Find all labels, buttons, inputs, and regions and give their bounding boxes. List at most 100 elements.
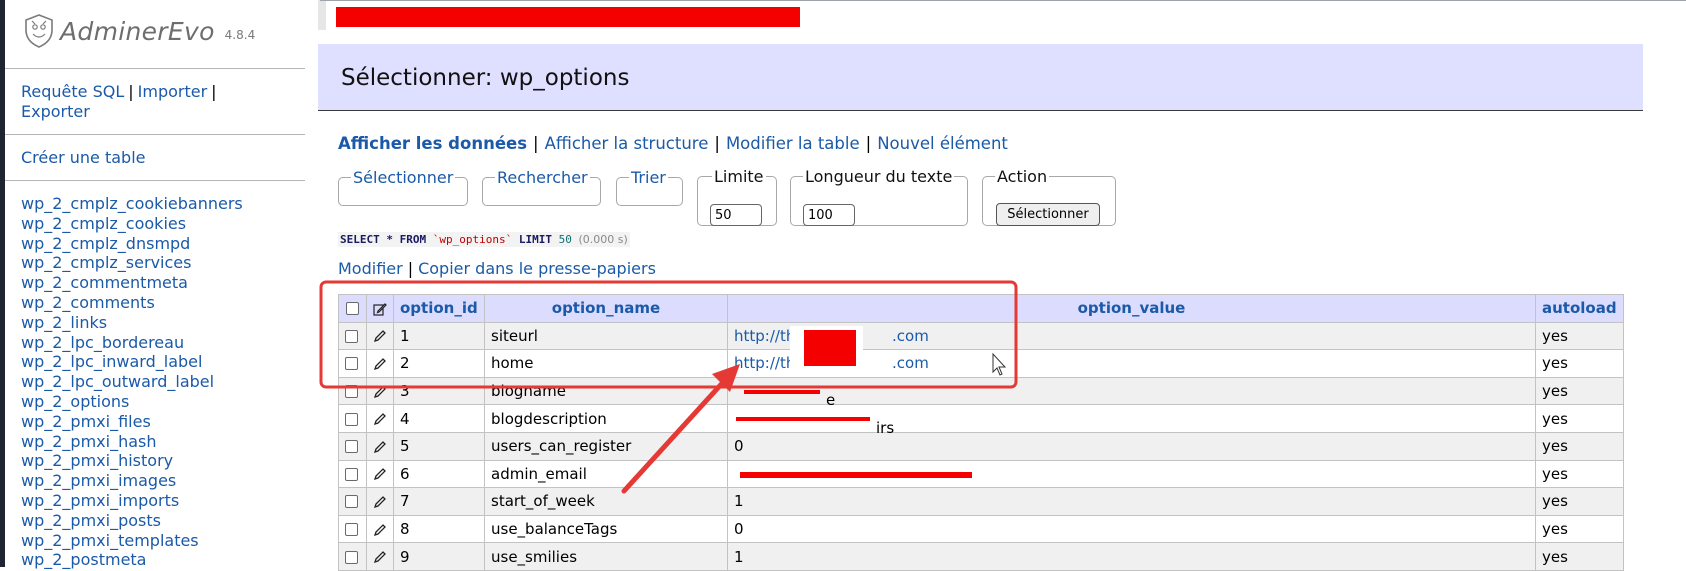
select-legend[interactable]: Sélectionner [351, 168, 455, 187]
cell-option-name: home [484, 349, 728, 378]
limit-input[interactable] [710, 204, 762, 226]
cell-autoload: yes [1535, 514, 1624, 544]
pencil-icon[interactable] [373, 495, 387, 509]
redaction-line [744, 389, 820, 394]
logo[interactable]: AdminerEvo 4.8.4 [24, 14, 255, 48]
create-table-link[interactable]: Créer une table [21, 148, 145, 167]
header-option-value[interactable]: option_value [727, 294, 1536, 323]
search-legend[interactable]: Rechercher [495, 168, 590, 187]
table-link[interactable]: wp_2_links [21, 313, 107, 332]
pencil-icon[interactable] [373, 467, 387, 481]
cell-option-id: 7 [393, 487, 485, 516]
table-link[interactable]: wp_2_cmplz_cookiebanners [21, 194, 243, 213]
action-fieldset: Action Sélectionner [982, 167, 1116, 226]
table-link[interactable]: wp_2_options [21, 392, 129, 411]
table-row: 2 home http://the .com yes [338, 349, 1624, 378]
table-link[interactable]: wp_2_lpc_outward_label [21, 372, 214, 391]
pencil-icon[interactable] [373, 550, 387, 564]
table-link[interactable]: wp_2_pmxi_posts [21, 511, 161, 530]
pencil-icon[interactable] [373, 440, 387, 454]
copy-clipboard-link[interactable]: Copier dans le presse-papiers [418, 259, 656, 278]
pencil-icon[interactable] [373, 357, 387, 371]
pencil-icon[interactable] [373, 523, 387, 537]
table-link[interactable]: wp_2_comments [21, 293, 155, 312]
pencil-icon[interactable] [373, 385, 387, 399]
table-link[interactable]: wp_2_pmxi_templates [21, 531, 199, 550]
table-link[interactable]: wp_2_cmplz_services [21, 253, 191, 272]
header-checkbox-cell [338, 294, 367, 323]
sql-command-link[interactable]: Requête SQL [21, 82, 124, 101]
row-checkbox[interactable] [345, 550, 358, 564]
adminer-logo-icon [25, 14, 53, 48]
table-link[interactable]: wp_2_cmplz_cookies [21, 214, 186, 233]
query-actions: Modifier | Copier dans le presse-papiers [338, 259, 656, 278]
text-length-legend: Longueur du texte [805, 167, 953, 186]
limit-fieldset: Limite [697, 167, 777, 226]
header-autoload[interactable]: autoload [1535, 294, 1624, 323]
query-time: (0.000 s) [578, 233, 628, 246]
cell-option-name: siteurl [484, 321, 728, 351]
sort-fieldset[interactable]: Trier [616, 168, 683, 206]
show-data-link[interactable]: Afficher les données [338, 134, 527, 153]
sql-keyword: LIMIT [518, 233, 552, 246]
select-submit-button[interactable]: Sélectionner [996, 203, 1100, 226]
table-link[interactable]: wp_2_pmxi_hash [21, 432, 157, 451]
row-checkbox[interactable] [345, 329, 358, 343]
text-length-input[interactable] [803, 204, 855, 226]
divider [5, 134, 305, 135]
sql-query[interactable]: SELECT * FROM `wp_options` LIMIT 50 (0.0… [338, 232, 630, 247]
cell-autoload: yes [1535, 459, 1624, 489]
row-checkbox[interactable] [345, 385, 358, 399]
table-link[interactable]: wp_2_lpc_inward_label [21, 352, 202, 371]
table-link[interactable]: wp_2_postmeta [21, 550, 146, 569]
pencil-icon[interactable] [373, 412, 387, 426]
cell-value-link[interactable]: .com [892, 327, 929, 345]
sql-number: 50 [558, 233, 572, 246]
header-edit-cell [366, 294, 394, 323]
sql-star: * [386, 233, 393, 246]
cell-option-value: 0 [727, 431, 1536, 461]
table-link[interactable]: wp_2_cmplz_dnsmpd [21, 234, 190, 253]
redaction-square [804, 330, 856, 366]
row-checkbox[interactable] [345, 467, 358, 481]
select-fieldset[interactable]: Sélectionner [338, 168, 468, 206]
cell-option-value: 1 [727, 487, 1536, 516]
table-link[interactable]: wp_2_pmxi_images [21, 471, 176, 490]
row-checkbox[interactable] [345, 495, 358, 509]
table-link[interactable]: wp_2_commentmeta [21, 273, 188, 292]
alter-table-link[interactable]: Modifier la table [726, 134, 860, 153]
table-row: 6 admin_email yes [338, 459, 1624, 489]
import-link[interactable]: Importer [138, 82, 208, 101]
row-checkbox[interactable] [345, 440, 358, 454]
new-item-link[interactable]: Nouvel élément [877, 134, 1008, 153]
sql-keyword: SELECT [340, 233, 380, 246]
export-link[interactable]: Exporter [21, 102, 90, 121]
header-option-id[interactable]: option_id [393, 294, 485, 323]
pencil-icon[interactable] [373, 329, 387, 343]
cell-option-id: 5 [393, 431, 485, 461]
cell-value-link[interactable]: .com [892, 354, 929, 372]
cell-option-value: 1 [727, 542, 1536, 571]
search-fieldset[interactable]: Rechercher [482, 168, 601, 206]
edit-all-icon[interactable] [373, 302, 387, 316]
select-all-checkbox[interactable] [346, 302, 359, 316]
redaction-bar [336, 7, 800, 27]
table-link[interactable]: wp_2_pmxi_imports [21, 491, 179, 510]
cell-autoload: yes [1535, 376, 1624, 406]
cell-option-name: users_can_register [484, 431, 728, 461]
show-structure-link[interactable]: Afficher la structure [545, 134, 709, 153]
cell-autoload: yes [1535, 321, 1624, 351]
table-link[interactable]: wp_2_lpc_bordereau [21, 333, 184, 352]
row-checkbox[interactable] [345, 412, 358, 426]
table-link[interactable]: wp_2_pmxi_files [21, 412, 151, 431]
divider [5, 68, 305, 69]
header-option-name[interactable]: option_name [484, 294, 728, 323]
edit-query-link[interactable]: Modifier [338, 259, 403, 278]
table-nav: Afficher les données | Afficher la structu… [338, 134, 1008, 153]
row-checkbox[interactable] [345, 357, 358, 371]
divider [5, 180, 305, 181]
limit-legend: Limite [714, 167, 764, 186]
sort-legend[interactable]: Trier [629, 168, 668, 187]
table-link[interactable]: wp_2_pmxi_history [21, 451, 173, 470]
row-checkbox[interactable] [345, 523, 358, 537]
